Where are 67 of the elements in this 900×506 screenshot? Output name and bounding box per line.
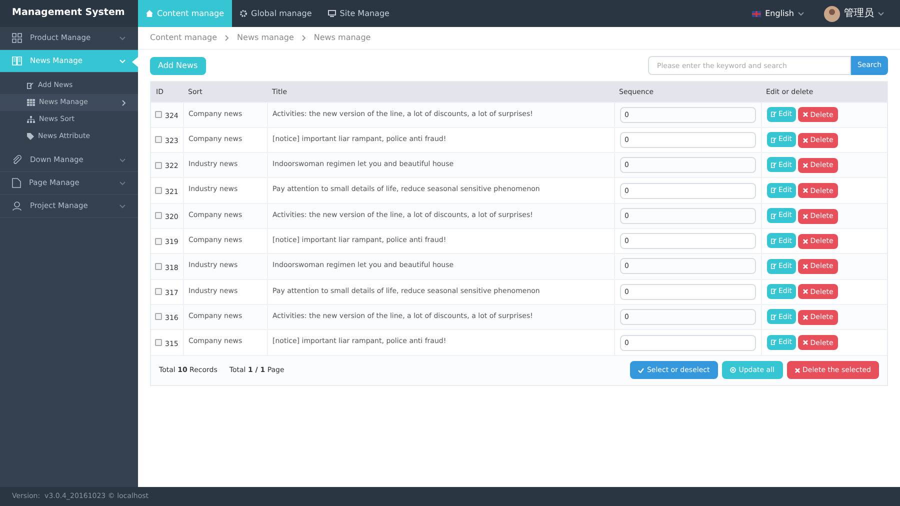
chevron-down-icon: [798, 12, 804, 16]
chevron-down-icon: [119, 36, 126, 40]
edit-icon: [770, 187, 776, 194]
checkbox[interactable]: [155, 262, 162, 270]
close-icon: [803, 112, 808, 118]
close-icon: [803, 188, 808, 194]
close-icon: [803, 238, 808, 244]
checkbox[interactable]: [155, 313, 162, 320]
checkbox[interactable]: [155, 111, 162, 118]
nav-tab[interactable]: Global manage: [232, 0, 320, 27]
checkbox[interactable]: [155, 136, 162, 144]
avatar-icon: [824, 6, 840, 22]
person-icon: [12, 201, 22, 211]
document-icon: [12, 178, 21, 188]
app-title: Management System: [12, 6, 125, 20]
nav-tab[interactable]: Site Manage: [320, 0, 398, 27]
checkbox[interactable]: [155, 288, 162, 296]
close-icon: [803, 138, 808, 143]
monitor-icon: [328, 10, 336, 17]
chevron-down-icon: [878, 12, 884, 16]
edit-icon: [770, 314, 776, 320]
tag-icon: [27, 133, 34, 140]
edit-icon: [770, 263, 776, 270]
chevron-down-icon: [119, 180, 126, 186]
checkbox[interactable]: [155, 212, 162, 220]
add-news-button[interactable]: Add News: [150, 56, 206, 74]
edit-icon: [770, 288, 776, 294]
edit-icon: [770, 162, 776, 168]
edit-icon: [770, 238, 776, 244]
breadcrumb-link[interactable]: Content manage: [150, 32, 218, 44]
language-dropdown[interactable]: English: [752, 8, 804, 20]
flag-icon: [752, 10, 762, 16]
checkbox[interactable]: [155, 186, 162, 194]
edit-icon: [27, 82, 34, 89]
chevron-right-icon: [122, 100, 126, 106]
close-icon: [803, 289, 808, 294]
close-icon: [803, 264, 808, 270]
chevron-down-icon: [119, 58, 126, 64]
close-icon: [803, 340, 808, 346]
home-icon: [146, 10, 153, 17]
chevron-right-icon: [302, 35, 306, 41]
user-menu[interactable]: 管理员: [824, 6, 884, 22]
checkbox[interactable]: [155, 162, 162, 169]
checkbox[interactable]: [155, 338, 162, 346]
edit-icon: [770, 111, 776, 118]
close-icon: [803, 314, 808, 320]
gear-icon: [240, 10, 248, 17]
grid-icon: [12, 33, 22, 43]
close-icon: [803, 162, 808, 168]
edit-icon: [770, 212, 776, 219]
table-icon: [27, 99, 35, 106]
check-icon: [638, 368, 644, 373]
book-icon: [12, 56, 22, 66]
chevron-down-icon: [119, 204, 126, 208]
chevron-down-icon: [119, 158, 126, 162]
edit-icon: [770, 136, 776, 143]
edit-icon: [770, 339, 776, 346]
breadcrumb-link[interactable]: News manage: [237, 32, 294, 44]
nav-tab[interactable]: Content manage: [138, 0, 232, 27]
circle-icon: [730, 367, 736, 374]
sitemap-icon: [27, 116, 35, 123]
checkbox[interactable]: [155, 238, 162, 244]
close-icon: [803, 214, 808, 219]
chevron-right-icon: [225, 35, 230, 41]
paperclip-icon: [12, 155, 22, 165]
close-icon: [794, 368, 800, 373]
breadcrumb-link[interactable]: News manage: [314, 32, 371, 44]
